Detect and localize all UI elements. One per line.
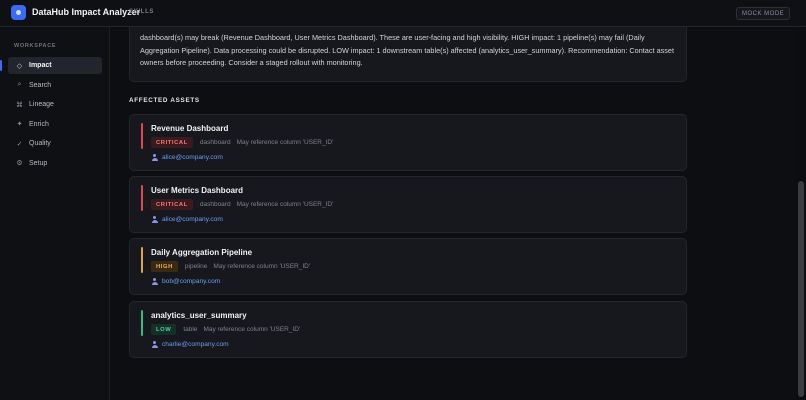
asset-card[interactable]: analytics_user_summary LOW table May ref… xyxy=(129,301,687,358)
asset-name: analytics_user_summary xyxy=(151,311,247,320)
sidebar-item-label: Enrich xyxy=(29,120,49,128)
asset-meta: CRITICAL dashboard May reference column … xyxy=(151,199,333,210)
app-logo-icon xyxy=(11,5,26,20)
asset-note: May reference column 'USER_ID' xyxy=(236,201,334,208)
check-icon: ✓ xyxy=(16,140,23,148)
severity-badge: LOW xyxy=(151,324,177,335)
asset-card[interactable]: Revenue Dashboard CRITICAL dashboard May… xyxy=(129,114,687,171)
asset-meta: LOW table May reference column 'USER_ID' xyxy=(151,324,300,335)
app-title: DataHub Impact Analyzer xyxy=(32,7,141,17)
main-content: dashboard(s) may break (Revenue Dashboar… xyxy=(110,27,796,400)
asset-note: May reference column 'USER_ID' xyxy=(236,139,334,146)
asset-type: dashboard xyxy=(199,201,231,208)
sidebar-item-label: Lineage xyxy=(29,101,54,108)
user-icon xyxy=(151,216,158,223)
owner-email-link[interactable]: charlie@company.com xyxy=(162,341,229,348)
search-icon: ⌕ xyxy=(17,81,22,88)
sidebar-nav: ◇ Impact ⌕ Search ⌘ Lineage ✦ Enrich ✓ Q… xyxy=(0,57,102,174)
sidebar-item-label: Quality xyxy=(29,140,51,147)
asset-card[interactable]: User Metrics Dashboard CRITICAL dashboar… xyxy=(129,176,687,233)
gear-icon: ⚙ xyxy=(16,160,23,167)
impact-summary-text: dashboard(s) may break (Revenue Dashboar… xyxy=(140,33,675,68)
diamond-icon: ◇ xyxy=(16,62,23,70)
asset-note: May reference column 'USER_ID' xyxy=(213,263,311,270)
sidebar-item-label: Impact xyxy=(29,62,52,69)
user-icon xyxy=(151,341,158,348)
asset-name: Revenue Dashboard xyxy=(151,124,229,133)
severity-badge: CRITICAL xyxy=(151,137,193,148)
asset-name: User Metrics Dashboard xyxy=(151,186,244,195)
owner-email-link[interactable]: alice@company.com xyxy=(162,216,223,223)
scrollbar-thumb[interactable] xyxy=(798,181,804,397)
sparkle-icon: ✦ xyxy=(16,121,23,128)
asset-owner: alice@company.com xyxy=(151,216,223,223)
user-icon xyxy=(151,154,158,161)
sidebar: WORKSPACE ◇ Impact ⌕ Search ⌘ Lineage ✦ … xyxy=(0,27,110,400)
severity-badge: CRITICAL xyxy=(151,199,193,210)
sidebar-item-label: Search xyxy=(29,81,52,89)
top-bar: DataHub Impact Analyzer SKILLS MOCK MODE xyxy=(0,0,806,27)
asset-name: Daily Aggregation Pipeline xyxy=(151,248,253,257)
asset-owner: alice@company.com xyxy=(151,154,223,161)
asset-owner: charlie@company.com xyxy=(151,341,229,348)
severity-badge: HIGH xyxy=(151,261,178,272)
active-indicator xyxy=(0,60,2,71)
asset-owner: bob@company.com xyxy=(151,278,220,285)
sidebar-item-quality[interactable]: ✓ Quality xyxy=(8,135,102,152)
sidebar-item-impact[interactable]: ◇ Impact xyxy=(0,57,102,74)
scrollbar[interactable] xyxy=(796,27,806,400)
sidebar-item-enrich[interactable]: ✦ Enrich xyxy=(8,116,102,133)
owner-email-link[interactable]: bob@company.com xyxy=(162,278,220,285)
workspace-label: WORKSPACE xyxy=(14,43,57,49)
impact-summary-card: dashboard(s) may break (Revenue Dashboar… xyxy=(129,27,687,82)
severity-accent-bar xyxy=(141,185,143,211)
severity-accent-bar xyxy=(141,310,143,336)
asset-card[interactable]: Daily Aggregation Pipeline HIGH pipeline… xyxy=(129,238,687,295)
sidebar-item-lineage[interactable]: ⌘ Lineage xyxy=(8,96,102,113)
sidebar-item-search[interactable]: ⌕ Search xyxy=(8,77,102,94)
asset-type: table xyxy=(183,326,198,333)
user-icon xyxy=(151,278,158,285)
sidebar-item-label: Setup xyxy=(29,159,48,167)
asset-meta: HIGH pipeline May reference column 'USER… xyxy=(151,261,310,272)
asset-type: pipeline xyxy=(184,263,208,270)
owner-email-link[interactable]: alice@company.com xyxy=(162,154,223,161)
severity-accent-bar xyxy=(141,123,143,149)
asset-note: May reference column 'USER_ID' xyxy=(203,326,301,333)
mock-mode-button[interactable]: MOCK MODE xyxy=(736,7,791,20)
severity-accent-bar xyxy=(141,247,143,273)
skills-badge: SKILLS xyxy=(129,9,154,15)
sidebar-item-setup[interactable]: ⚙ Setup xyxy=(8,155,102,172)
asset-meta: CRITICAL dashboard May reference column … xyxy=(151,137,333,148)
affected-assets-heading: AFFECTED ASSETS xyxy=(129,97,200,104)
lineage-icon: ⌘ xyxy=(16,101,23,109)
asset-type: dashboard xyxy=(199,139,231,146)
